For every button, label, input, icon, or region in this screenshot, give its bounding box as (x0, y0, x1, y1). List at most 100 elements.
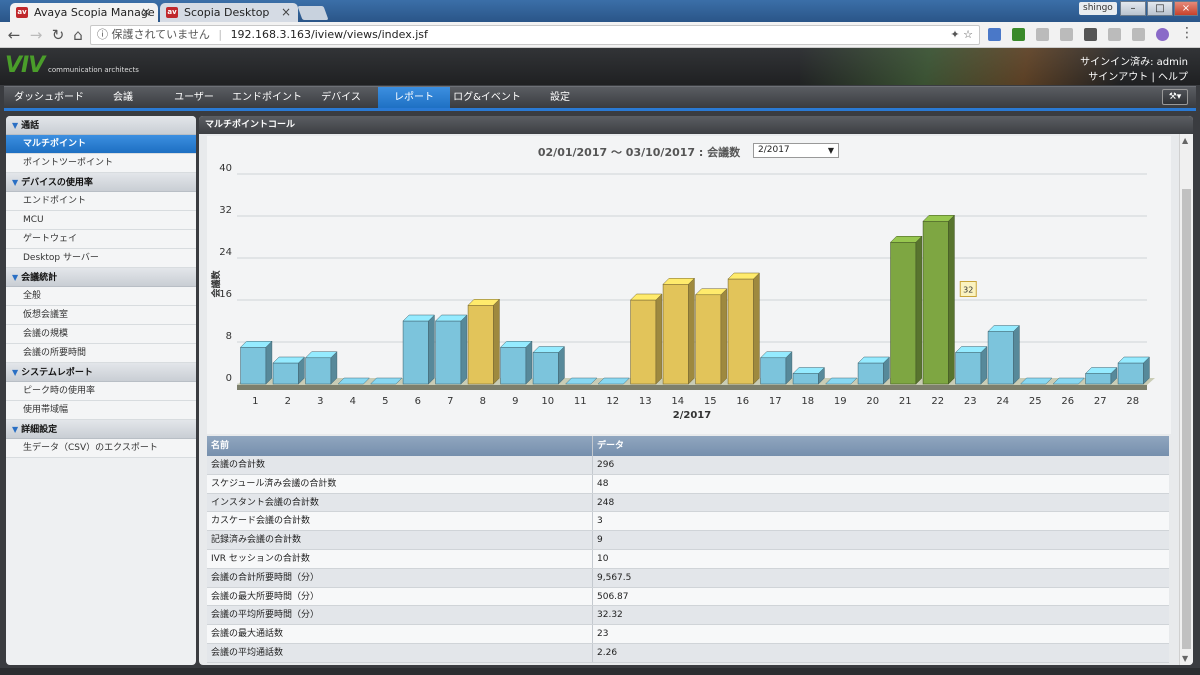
sidebar-item-point-to-point[interactable]: ポイントツーポイント (6, 154, 196, 173)
extension-icon[interactable] (1060, 28, 1073, 41)
sidebar-section-conference-stats[interactable]: ▼ 会議統計 (6, 268, 196, 287)
close-icon[interactable]: × (281, 5, 291, 19)
tooltip-text: 32 (963, 286, 973, 295)
browser-tab-strip: av Avaya Scopia Manage × av Scopia Deskt… (0, 0, 1200, 22)
menu-conference[interactable]: 会議 (98, 87, 148, 109)
bookmark-star-icon[interactable]: ✦ ☆ (950, 26, 973, 44)
profile-chip[interactable]: shingo (1079, 2, 1117, 15)
window-close-button[interactable]: × (1174, 1, 1198, 16)
minimize-button[interactable]: – (1120, 1, 1146, 16)
menu-reports[interactable]: レポート (378, 87, 450, 109)
extension-check-icon[interactable] (1012, 28, 1025, 41)
bar-side (915, 235, 923, 385)
maximize-button[interactable]: □ (1147, 1, 1173, 16)
table-row: 会議の合計数 296 (207, 456, 1169, 475)
menu-endpoints[interactable]: エンドポイント (232, 87, 302, 109)
extension-icon[interactable] (1132, 28, 1145, 41)
sidebar-item-virtual-rooms[interactable]: 仮想会議室 (6, 306, 196, 325)
x-tick-label: 19 (834, 396, 847, 407)
extension-chat-icon[interactable] (988, 28, 1001, 41)
avaya-icon: av (16, 7, 28, 18)
bar (630, 299, 657, 385)
menu-devices[interactable]: デバイス (316, 87, 366, 109)
bar-side (980, 345, 988, 385)
sidebar-section-device-usage[interactable]: ▼ デバイスの使用率 (6, 173, 196, 192)
scroll-down-icon[interactable]: ▼ (1182, 654, 1188, 663)
menu-kebab-icon[interactable]: ⋮ (1178, 25, 1196, 41)
sidebar-item-endpoints[interactable]: エンドポイント (6, 192, 196, 211)
sidebar-item-conference-duration[interactable]: 会議の所要時間 (6, 344, 196, 363)
scroll-up-icon[interactable]: ▲ (1182, 136, 1188, 145)
bar-side (493, 298, 500, 385)
x-tick-label: 14 (671, 396, 684, 407)
tools-dropdown-button[interactable]: ⚒▾ (1162, 89, 1188, 105)
address-bar[interactable]: ⓘ 保護されていません | 192.168.3.163/iview/views/… (90, 25, 980, 45)
section-title: システムレポート (21, 368, 93, 378)
bar-side (1013, 324, 1020, 385)
menu-logs-events[interactable]: ログ&イベント (450, 87, 524, 109)
bar (240, 346, 267, 385)
chart-area: 02/01/2017 ～ 03/10/2017 : 会議数 2/2017 ▼ 0 8… (207, 136, 1171, 434)
row-value: 248 (597, 497, 615, 508)
y-tick-label: 0 (226, 373, 232, 384)
sidebar-item-conference-size[interactable]: 会議の規模 (6, 325, 196, 344)
row-name: 会議の平均所要時間（分） (207, 606, 593, 625)
y-tick-label: 8 (226, 331, 232, 342)
browser-toolbar: ← → ↻ ⌂ ⓘ 保護されていません | 192.168.3.163/ivie… (0, 22, 1200, 48)
table-row: IVR セッションの合計数 10 (207, 549, 1169, 569)
stats-table: 名前 データ 会議の合計数 296 スケジュール済み会議の合計数 48 インスタント会議… (207, 436, 1169, 663)
sidebar-item-csv-export[interactable]: 生データ（CSV）のエクスポート (6, 439, 196, 458)
sidebar-section-advanced[interactable]: ▼ 詳細設定 (6, 420, 196, 439)
sidebar-item-gateway[interactable]: ゲートウェイ (6, 230, 196, 249)
home-icon[interactable]: ⌂ (69, 26, 87, 44)
extension-icon[interactable] (1084, 28, 1097, 41)
browser-tab-avaya[interactable]: av Avaya Scopia Manage × (10, 3, 158, 22)
main-menu: ダッシュボード 会議 ユーザー エンドポイント デバイス レポート ログ&イベン… (4, 86, 1196, 109)
sidebar-item-multipoint[interactable]: マルチポイント (6, 135, 196, 154)
logo: VIV (5, 53, 45, 78)
x-tick-label: 15 (704, 396, 717, 407)
table-row: スケジュール済み会議の合計数 48 (207, 474, 1169, 494)
sidebar-section-calls[interactable]: ▼ 通話 (6, 116, 196, 135)
forward-icon[interactable]: → (27, 26, 45, 44)
help-link[interactable]: ヘルプ (1158, 72, 1188, 83)
period-select[interactable]: 2/2017 ▼ (753, 143, 839, 158)
chart-floor-edge (237, 385, 1147, 390)
sidebar-item-general[interactable]: 全般 (6, 287, 196, 306)
table-row: 会議の最大所要時間（分） 506.87 (207, 587, 1169, 607)
row-value: 9,567.5 (597, 572, 632, 583)
menu-settings[interactable]: 設定 (540, 87, 580, 109)
bar (955, 352, 982, 385)
sidebar-item-desktop-server[interactable]: Desktop サーバー (6, 249, 196, 268)
date-range-label: 02/01/2017 ～ 03/10/2017 : 会議数 (207, 144, 1171, 160)
x-tick-label: 22 (931, 396, 944, 407)
bar (305, 357, 332, 385)
reload-icon[interactable]: ↻ (49, 26, 67, 44)
vertical-scrollbar[interactable]: ▲ ▼ (1179, 134, 1193, 665)
bar-side (525, 340, 533, 385)
row-value: 48 (597, 478, 609, 489)
x-tick-label: 27 (1094, 396, 1107, 407)
extension-icon[interactable] (1036, 28, 1049, 41)
bar (435, 320, 462, 385)
signout-link[interactable]: サインアウト (1088, 72, 1148, 83)
extension-icon[interactable] (1156, 28, 1169, 41)
menu-dashboard[interactable]: ダッシュボード (10, 87, 88, 109)
scrollbar-thumb[interactable] (1182, 189, 1191, 649)
sidebar-item-bandwidth[interactable]: 使用帯域幅 (6, 401, 196, 420)
x-tick-label: 28 (1126, 396, 1139, 407)
extension-icon[interactable] (1108, 28, 1121, 41)
back-icon[interactable]: ← (5, 26, 23, 44)
row-name: 会議の平均通話数 (207, 643, 593, 662)
info-icon[interactable]: ⓘ (97, 28, 108, 41)
sidebar-item-mcu[interactable]: MCU (6, 211, 196, 230)
section-title: 通話 (21, 121, 40, 131)
triangle-down-icon: ▼ (12, 368, 19, 377)
menu-users[interactable]: ユーザー (170, 87, 218, 109)
header-data: データ (597, 441, 625, 451)
new-tab-button[interactable] (297, 6, 329, 20)
browser-tab-scopia[interactable]: av Scopia Desktop × (160, 3, 298, 22)
sidebar-item-peak-usage[interactable]: ピーク時の使用率 (6, 382, 196, 401)
close-icon[interactable]: × (141, 5, 151, 19)
sidebar-section-system-reports[interactable]: ▼ システムレポート (6, 363, 196, 382)
